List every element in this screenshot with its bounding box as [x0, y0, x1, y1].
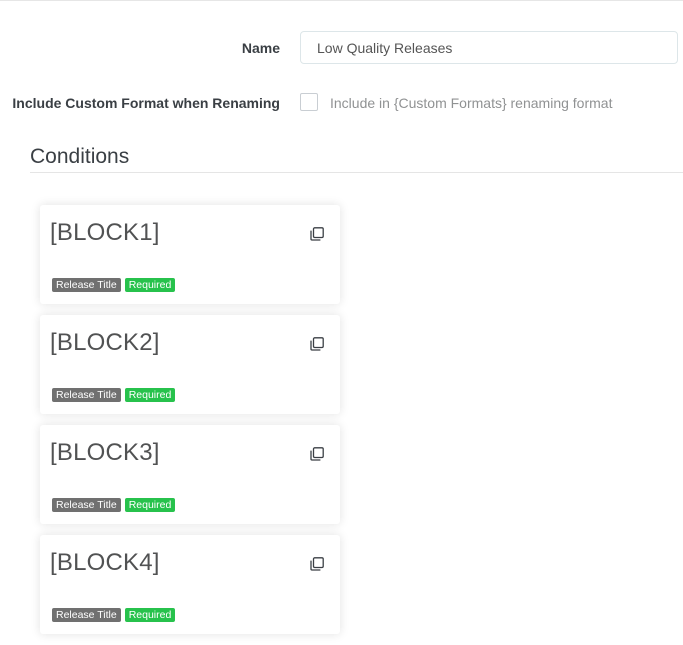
condition-labels: Release Title Required [52, 498, 176, 512]
required-badge: Required [124, 608, 176, 622]
include-label: Include Custom Format when Renaming [12, 95, 280, 111]
condition-card-title: [BLOCK3] [50, 439, 160, 466]
clone-icon[interactable] [310, 447, 324, 461]
condition-labels: Release Title Required [52, 608, 176, 622]
condition-card[interactable]: [BLOCK1] Release Title Required [40, 205, 340, 304]
required-badge: Required [124, 388, 176, 402]
name-input[interactable] [300, 31, 678, 64]
conditions-title: Conditions [30, 145, 130, 168]
condition-labels: Release Title Required [52, 388, 176, 402]
release-title-badge: Release Title [52, 278, 121, 292]
release-title-badge: Release Title [52, 388, 121, 402]
required-badge: Required [124, 278, 176, 292]
required-badge: Required [124, 498, 176, 512]
conditions-list: [BLOCK1] Release Title Required [BLOCK2]… [40, 205, 340, 645]
clone-icon[interactable] [310, 557, 324, 571]
condition-card[interactable]: [BLOCK4] Release Title Required [40, 535, 340, 634]
clone-icon[interactable] [310, 227, 324, 241]
release-title-badge: Release Title [52, 608, 121, 622]
name-label: Name [241, 40, 280, 56]
condition-card[interactable]: [BLOCK2] Release Title Required [40, 315, 340, 414]
conditions-divider [30, 172, 683, 173]
condition-labels: Release Title Required [52, 278, 176, 292]
condition-card[interactable]: [BLOCK3] Release Title Required [40, 425, 340, 524]
condition-card-title: [BLOCK1] [50, 219, 160, 246]
include-checkbox[interactable] [300, 93, 318, 111]
clone-icon[interactable] [310, 337, 324, 351]
top-divider [0, 0, 683, 1]
condition-card-title: [BLOCK2] [50, 329, 160, 356]
release-title-badge: Release Title [52, 498, 121, 512]
condition-card-title: [BLOCK4] [50, 549, 160, 576]
include-help-text: Include in {Custom Formats} renaming for… [330, 95, 613, 111]
